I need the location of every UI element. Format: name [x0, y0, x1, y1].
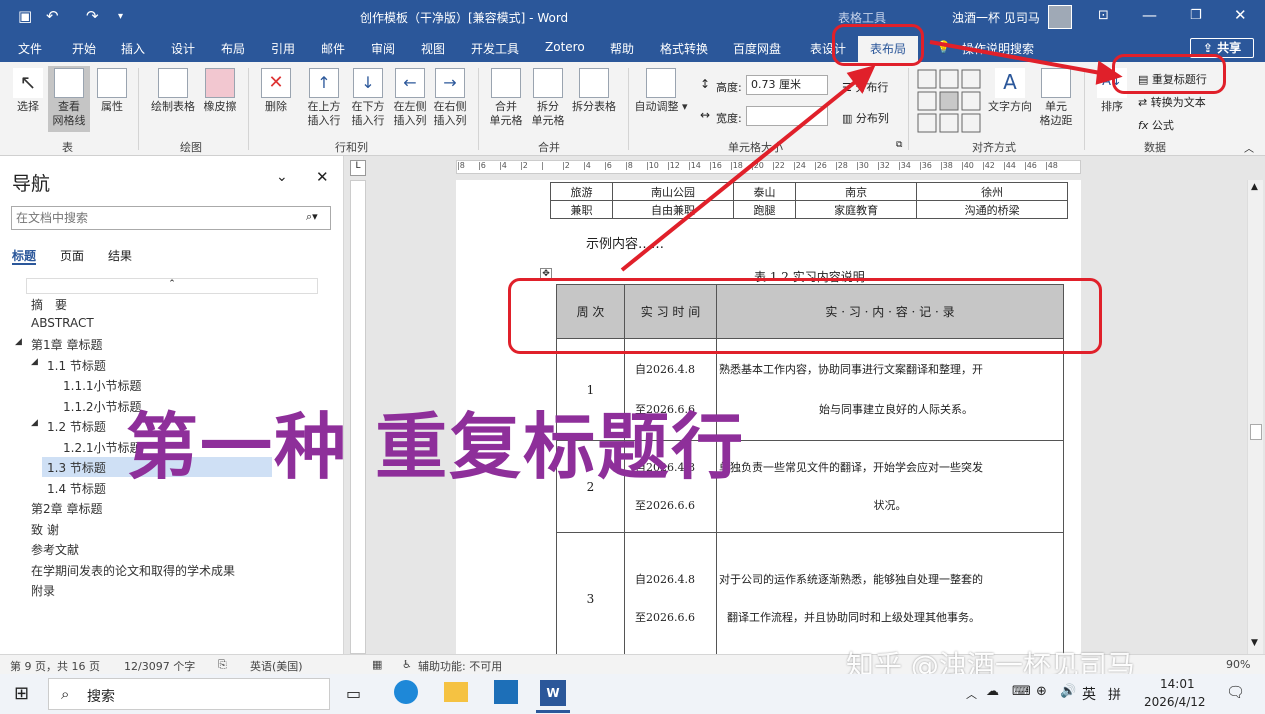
tray-up-icon[interactable]: ︿: [966, 686, 977, 702]
status-page[interactable]: 第 9 页，共 16 页: [10, 658, 100, 674]
notification-icon[interactable]: 🗨: [1226, 683, 1245, 701]
search-icon: ⌕: [61, 685, 70, 703]
arrow-head-icon: [1095, 60, 1123, 85]
proofing-icon[interactable]: ⎘: [218, 658, 227, 672]
status-accessibility[interactable]: 辅助功能: 不可用: [418, 658, 502, 674]
word-active-indicator: [536, 710, 570, 713]
arrow-head-icon: [846, 64, 876, 94]
ime-mode[interactable]: 英: [1082, 684, 1096, 704]
notes-app-icon[interactable]: [494, 680, 518, 704]
annotation-arrows: [620, 40, 1123, 272]
tray-ime-icon[interactable]: ⌨: [1012, 684, 1031, 699]
accessibility-icon[interactable]: ♿: [402, 658, 412, 671]
taskbar-search-label: 搜索: [87, 689, 115, 705]
ime-layout-icon[interactable]: 拼: [1108, 684, 1121, 703]
macro-record-icon[interactable]: ▦: [372, 658, 382, 671]
clock-date[interactable]: 2026/4/12: [1144, 695, 1206, 709]
edge-icon[interactable]: [394, 680, 418, 704]
arrow-line: [620, 76, 862, 272]
arrow-line: [929, 40, 1107, 76]
volume-icon[interactable]: 🔊: [1060, 684, 1076, 699]
status-words[interactable]: 12/3097 个字: [124, 658, 195, 674]
clock-time[interactable]: 14:01: [1160, 677, 1195, 691]
file-explorer-icon[interactable]: [444, 682, 468, 702]
network-icon[interactable]: ⊕: [1036, 684, 1047, 699]
status-language[interactable]: 英语(美国): [250, 658, 303, 674]
status-zoom[interactable]: 90%: [1226, 658, 1250, 671]
word-app-icon[interactable]: W: [540, 680, 566, 706]
overlay-caption: 第一种 重复标题行: [126, 405, 746, 489]
taskbar: ⊞ ⌕ 搜索 ▭ W ︿ ☁ ⌨ ⊕ 🔊 英 拼 14:01 2026/4/12…: [0, 674, 1265, 714]
taskbar-search[interactable]: ⌕ 搜索: [48, 678, 330, 710]
tray-app-icon[interactable]: ☁: [986, 684, 999, 699]
task-view-icon[interactable]: ▭: [346, 684, 361, 703]
windows-start-icon[interactable]: ⊞: [14, 683, 29, 704]
